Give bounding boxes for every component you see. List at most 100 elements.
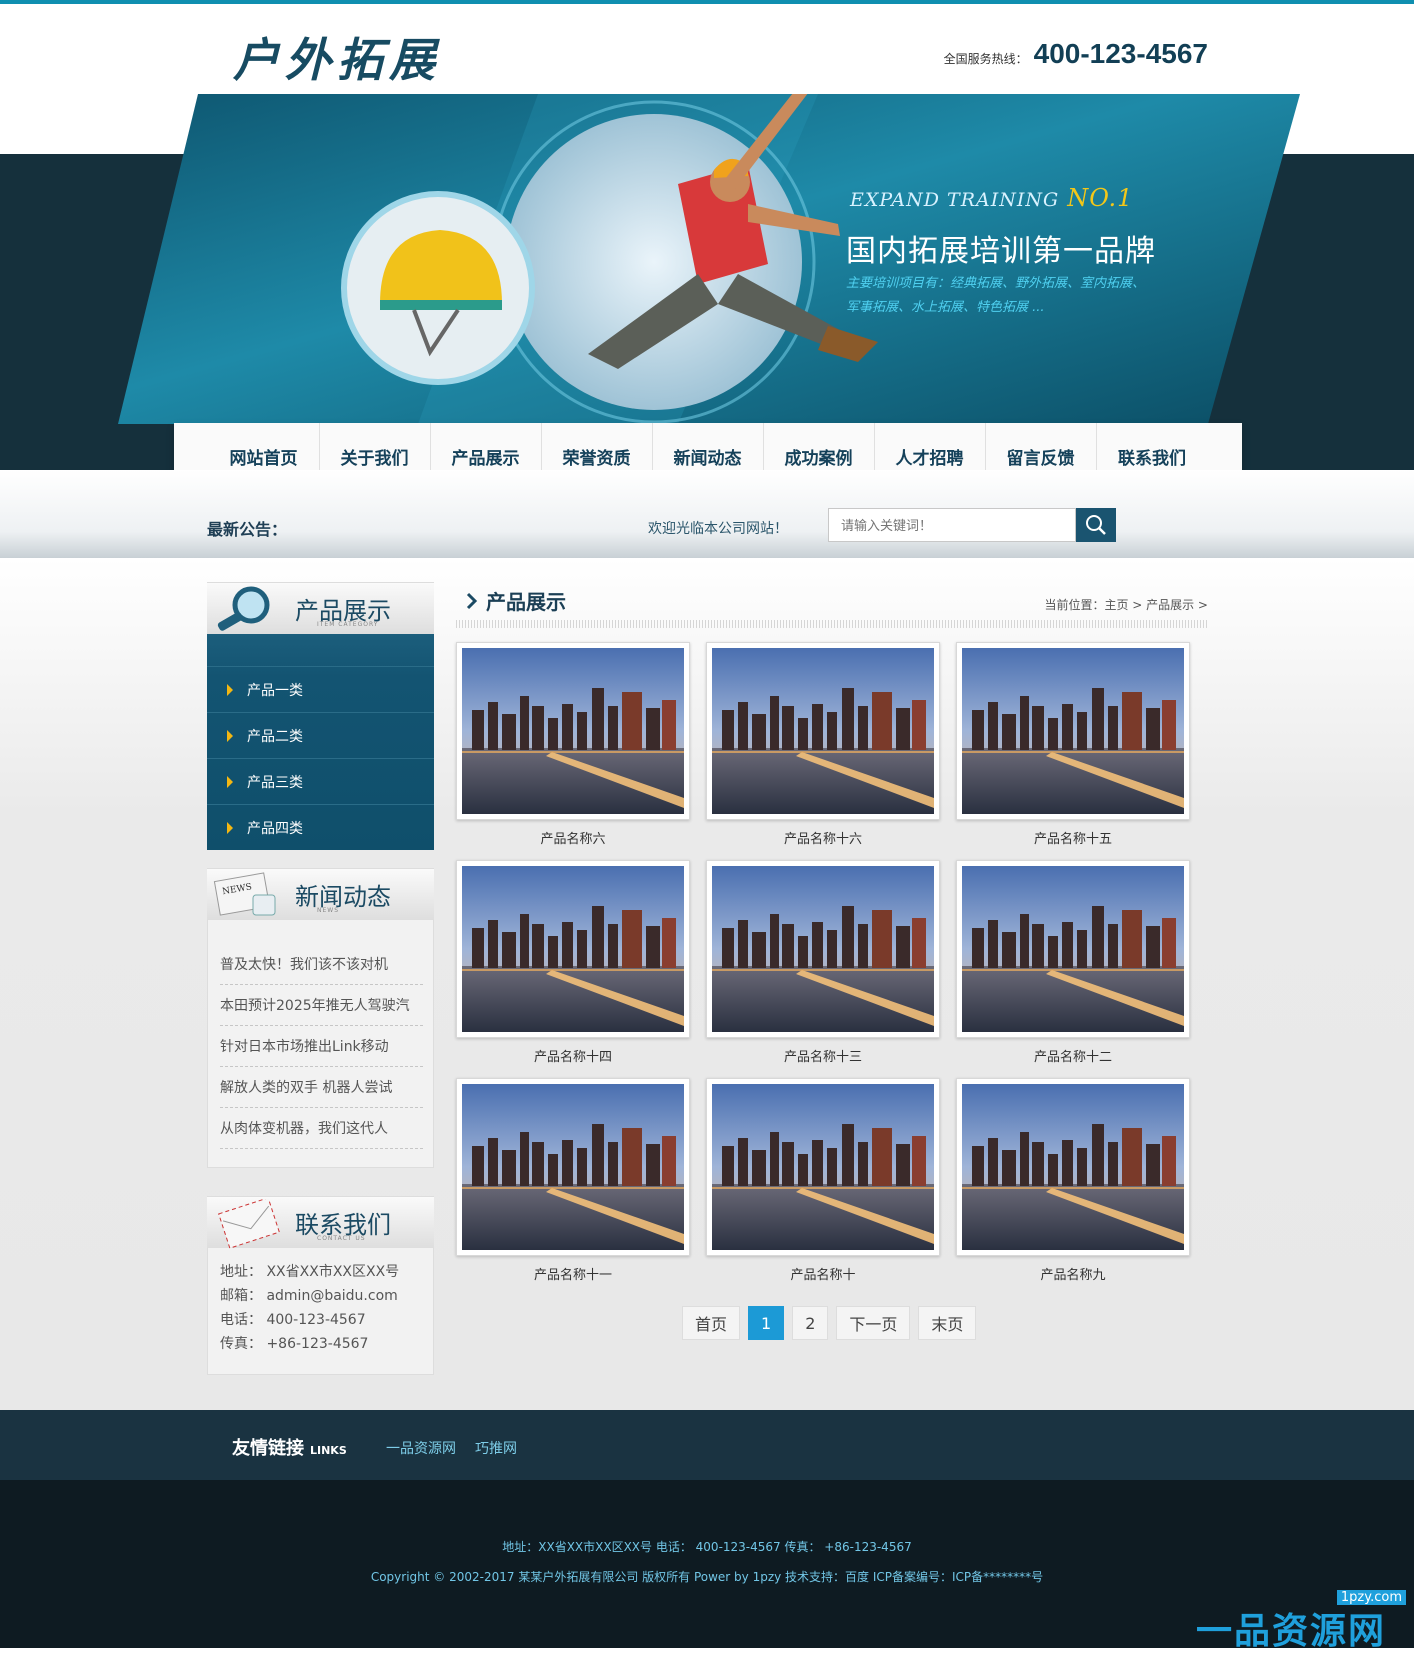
product-image-frame [456,860,690,1038]
page-next[interactable]: 下一页 [836,1306,911,1340]
product-image [462,1084,684,1250]
product-name[interactable]: 产品名称十四 [456,1046,690,1065]
banner-en-title: EXPAND TRAINING NO.1 [850,184,1133,212]
banner-title: 国内拓展培训第一品牌 [846,234,1156,269]
contact-email: 邮箱： admin@baidu.com [220,1288,398,1304]
title-divider [456,620,1208,628]
news-header: NEWS 新闻动态 NEWS [207,868,434,920]
news-item[interactable]: 普及太快！我们该不该对机 [220,944,423,985]
product-image-frame [456,1078,690,1256]
contact-info: 地址： XX省XX市XX区XX号 邮箱： admin@baidu.com 电话：… [207,1248,434,1375]
product-image-frame [456,642,690,820]
page-last[interactable]: 末页 [918,1306,977,1340]
search-button[interactable] [1076,508,1116,542]
product-card[interactable]: 产品名称十二 [956,860,1190,1078]
product-card[interactable]: 产品名称十六 [706,642,940,860]
product-image-frame [706,1078,940,1256]
product-name[interactable]: 产品名称十一 [456,1264,690,1283]
product-image-frame [956,1078,1190,1256]
chevron-right-icon [466,592,478,609]
product-image [962,866,1184,1032]
product-image [462,866,684,1032]
banner-en-text: EXPAND TRAINING [850,189,1060,211]
page-1[interactable]: 1 [748,1306,785,1340]
product-image-frame [956,642,1190,820]
product-card[interactable]: 产品名称十一 [456,1078,690,1296]
news-box: NEWS 新闻动态 NEWS 普及太快！我们该不该对机 本田预计2025年推无人… [207,868,434,1168]
product-image-frame [706,642,940,820]
links-title-en: LINKS [310,1444,347,1457]
product-card[interactable]: 产品名称九 [956,1078,1190,1296]
product-name[interactable]: 产品名称十三 [706,1046,940,1065]
product-card[interactable]: 产品名称十四 [456,860,690,1078]
product-name[interactable]: 产品名称十五 [956,828,1190,847]
contact-header: 联系我们 CONTACT US [207,1196,434,1249]
magnifier-icon [217,586,270,631]
page-2[interactable]: 2 [792,1306,829,1340]
welcome-text: 欢迎光临本公司网站！ [648,521,788,537]
footer-address: 地址：XX省XX市XX区XX号 电话： 400-123-4567 传真： +86… [502,1540,912,1554]
footer-copyright: Copyright © 2002-2017 某某户外拓展有限公司 版权所有 Po… [370,1570,1044,1584]
notice-bar: 最新公告： 欢迎光临本公司网站！ [0,470,1414,558]
main-title: 产品展示 [466,586,566,615]
product-image [712,648,934,814]
main-title-text: 产品展示 [486,590,566,614]
hotline-number: 400-123-4567 [1033,38,1208,69]
product-card[interactable]: 产品名称六 [456,642,690,860]
contact-box: 联系我们 CONTACT US 地址： XX省XX市XX区XX号 邮箱： adm… [207,1196,434,1375]
news-item[interactable]: 从肉体变机器，我们这代人 [220,1108,423,1149]
category-item[interactable]: 产品二类 [207,712,434,758]
product-image [462,648,684,814]
product-image [712,1084,934,1250]
hotline-label: 全国服务热线： [943,52,1028,66]
watermark: 1pzy.com 一品资源网 [1196,1590,1410,1652]
hotline: 全国服务热线： 400-123-4567 [944,38,1208,70]
news-item[interactable]: 本田预计2025年推无人驾驶汽 [220,985,423,1026]
product-name[interactable]: 产品名称九 [956,1264,1190,1283]
news-title: 新闻动态 [295,883,391,911]
news-item[interactable]: 解放人类的双手 机器人尝试 [220,1067,423,1108]
news-subtitle: NEWS [317,907,340,914]
banner-description: 主要培训项目有：经典拓展、野外拓展、室内拓展、 军事拓展、水上拓展、特色拓展 .… [846,272,1186,320]
category-item[interactable]: 产品四类 [207,804,434,850]
links-title: 友情链接 LINKS [232,1434,347,1460]
product-image [962,1084,1184,1250]
site-logo[interactable]: 户外拓展 [233,24,441,90]
product-name[interactable]: 产品名称十 [706,1264,940,1283]
product-name[interactable]: 产品名称六 [456,828,690,847]
product-image-frame [956,860,1190,1038]
banner-desc-line1: 主要培训项目有：经典拓展、野外拓展、室内拓展、 [846,276,1146,291]
product-name[interactable]: 产品名称十二 [956,1046,1190,1065]
breadcrumb[interactable]: 当前位置：主页 > 产品展示 > [1044,596,1208,613]
watermark-logo: 一品资源网 [1196,1611,1387,1652]
pagination: 首页 1 2 下一页 末页 [682,1306,977,1340]
product-grid: 产品名称六 产品名称十六 产品名称十五 产品名称十四 产品名称十三 产品名称十二… [456,642,1208,1296]
contact-phone: 电话： 400-123-4567 [220,1312,366,1328]
notice-label: 最新公告： [207,520,288,539]
category-item[interactable]: 产品三类 [207,758,434,804]
product-card[interactable]: 产品名称十五 [956,642,1190,860]
product-image-frame [706,860,940,1038]
product-card[interactable]: 产品名称十三 [706,860,940,1078]
product-category-subtitle: ITEM CATEGORY [317,621,379,628]
newspaper-icon: NEWS [213,872,276,916]
friend-link[interactable]: 巧推网 [475,1438,517,1458]
envelope-icon [218,1199,280,1249]
product-image [712,866,934,1032]
contact-address: 地址： XX省XX市XX区XX号 [220,1264,400,1280]
news-item[interactable]: 针对日本市场推出Link移动 [220,1026,423,1067]
banner-no1: NO.1 [1067,184,1134,212]
contact-fax: 传真： +86-123-4567 [220,1336,369,1352]
product-name[interactable]: 产品名称十六 [706,828,940,847]
news-list: 普及太快！我们该不该对机 本田预计2025年推无人驾驶汽 针对日本市场推出Lin… [207,920,434,1168]
friend-link[interactable]: 一品资源网 [386,1438,456,1458]
product-category-header: 产品展示 ITEM CATEGORY [207,582,434,634]
search-input[interactable] [828,508,1076,542]
friend-links: 友情链接 LINKS 一品资源网 巧推网 [0,1410,1414,1480]
category-item[interactable]: 产品一类 [207,666,434,712]
product-card[interactable]: 产品名称十 [706,1078,940,1296]
banner-desc-line2: 军事拓展、水上拓展、特色拓展 ... [846,300,1045,315]
product-category-box: 产品展示 ITEM CATEGORY 产品一类 产品二类 产品三类 产品四类 [207,582,434,850]
banner: EXPAND TRAINING NO.1 国内拓展培训第一品牌 主要培训项目有：… [118,94,1300,424]
page-first[interactable]: 首页 [682,1306,741,1340]
